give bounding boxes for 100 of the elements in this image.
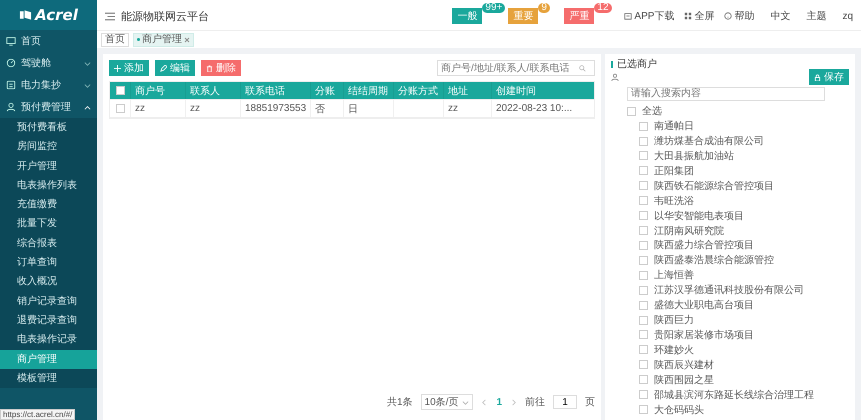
plus-icon [114, 64, 121, 72]
submenu-item[interactable]: 电表操作列表 [0, 176, 97, 196]
tree-label: 以华安智能电表项目 [654, 210, 744, 223]
column-header: 分账方式 [393, 82, 443, 99]
tree-label: 韦旺洗浴 [654, 194, 694, 208]
submenu-item[interactable]: 房间监控 [0, 137, 97, 157]
header-link[interactable]: 帮助 [724, 9, 754, 23]
checkbox[interactable] [639, 330, 648, 340]
menu-item[interactable]: 预付费管理 [0, 96, 97, 118]
checkbox[interactable] [639, 360, 648, 370]
tree-label: 陕西盛力综合管控项目 [654, 238, 754, 252]
checkbox[interactable] [639, 316, 648, 325]
fullscreen-icon [684, 12, 692, 20]
tree-label: 潍坊煤基合成油有限公司 [654, 134, 764, 148]
table-cell: 18851973553 [245, 103, 306, 114]
page-input[interactable]: 1 [553, 395, 577, 409]
checkbox[interactable] [639, 122, 648, 131]
header-link[interactable]: 全屏 [684, 9, 714, 23]
submenu-item[interactable]: 综合报表 [0, 234, 97, 254]
submenu-item[interactable]: 电表操作记录 [0, 330, 97, 350]
column-header: 分账 [310, 82, 343, 99]
platform-title: 能源物联网云平台 [121, 10, 209, 24]
panel-title: 已选商户 [617, 58, 657, 71]
gauge-icon [6, 58, 16, 68]
trash-icon [206, 64, 213, 72]
submenu-item[interactable]: 批量下发 [0, 214, 97, 234]
checkbox[interactable] [639, 375, 648, 384]
table-cell: zz [448, 103, 458, 114]
checkbox[interactable] [627, 106, 636, 116]
tree-label: 贵阳家居装修市场项目 [654, 328, 754, 342]
checkbox[interactable] [639, 286, 648, 295]
tree-label: 正阳集团 [654, 164, 694, 178]
caret-icon [462, 398, 470, 406]
header-link[interactable]: zq [842, 10, 853, 22]
search-field[interactable]: 请输入搜索内容 [627, 87, 825, 101]
download-icon [624, 12, 632, 20]
lock-icon [814, 74, 821, 80]
submenu-item[interactable]: 收入概况 [0, 272, 97, 292]
logo-text: Acrel [35, 6, 78, 24]
pencil-icon [160, 64, 167, 72]
submenu-item[interactable]: 退费记录查询 [0, 310, 97, 330]
checkbox[interactable] [639, 151, 648, 160]
header-link[interactable]: 中文 [770, 9, 790, 23]
user-icon [6, 102, 16, 112]
checkbox[interactable] [639, 196, 648, 206]
tree-label: 陕西围园之星 [654, 374, 714, 387]
tree-label: 江阴南风研究院 [654, 224, 724, 238]
next-page-icon[interactable] [510, 398, 517, 406]
header-link[interactable]: 主题 [806, 9, 826, 23]
menu-item[interactable]: 驾驶舱 [0, 52, 97, 74]
submenu-item[interactable]: 充值缴费 [0, 195, 97, 214]
monitor-icon [6, 36, 16, 46]
page-size-select[interactable]: 10条/页 [420, 394, 474, 410]
column-header: 联系人 [185, 82, 240, 99]
submenu-item[interactable]: 销户记录查询 [0, 292, 97, 311]
column-header: 结结周期 [343, 82, 393, 99]
tree-label: 上海恒善 [654, 268, 694, 282]
tree-label: 全选 [642, 104, 662, 118]
close-icon[interactable] [184, 36, 190, 42]
checkbox[interactable] [639, 345, 648, 354]
checkbox[interactable] [639, 166, 648, 176]
count-badge: 9 [538, 3, 550, 13]
checkbox[interactable] [639, 136, 648, 146]
tree-label: 邵城县滨河东路延长线综合治理工程 [654, 388, 814, 402]
checkbox[interactable] [639, 211, 648, 220]
page-tab[interactable]: 首页 [101, 32, 129, 46]
menu-item[interactable]: 首页 [0, 30, 97, 52]
checkbox[interactable] [639, 240, 648, 250]
header-link[interactable]: APP下载 [624, 9, 674, 23]
column-header: 联系电话 [240, 82, 310, 99]
checkbox[interactable] [116, 104, 124, 113]
count-badge: 12 [594, 3, 612, 13]
submenu-item[interactable]: 开户管理 [0, 156, 97, 176]
submenu-item[interactable]: 订单查询 [0, 253, 97, 272]
submenu-item[interactable]: 预付费看板 [0, 118, 97, 138]
tree-label: 陕西巨力 [654, 314, 694, 328]
checkbox[interactable] [639, 390, 648, 400]
menu-icon[interactable] [105, 12, 115, 20]
checkbox[interactable] [639, 270, 648, 280]
tree-label: 江苏汉孚德通讯科技股份有限公司 [654, 284, 804, 298]
menu-item[interactable]: 电力集抄 [0, 74, 97, 96]
column-header: 商户号 [130, 82, 185, 99]
help-icon [724, 12, 732, 20]
table-cell-text: 否 [315, 102, 325, 116]
table-cell-text: 日 [348, 102, 358, 116]
total-count: 共1条 [386, 396, 413, 409]
checkbox[interactable] [639, 405, 648, 414]
page-tab[interactable]: 商户管理 [133, 32, 194, 46]
logo-mark-icon [19, 9, 32, 21]
checkbox[interactable] [639, 181, 648, 190]
submenu-item[interactable]: 模板管理 [0, 368, 97, 388]
checkbox[interactable] [639, 300, 648, 310]
tree-label: 南通帕日 [654, 120, 694, 134]
tree-label: 陕西盛泰浩晨综合能源管控 [654, 254, 774, 268]
checkbox[interactable] [116, 86, 124, 95]
checkbox[interactable] [639, 256, 648, 265]
previous-page-icon[interactable] [481, 398, 488, 406]
tree-label: 陕西辰兴建材 [654, 358, 714, 372]
user-icon [611, 73, 619, 81]
checkbox[interactable] [639, 226, 648, 236]
